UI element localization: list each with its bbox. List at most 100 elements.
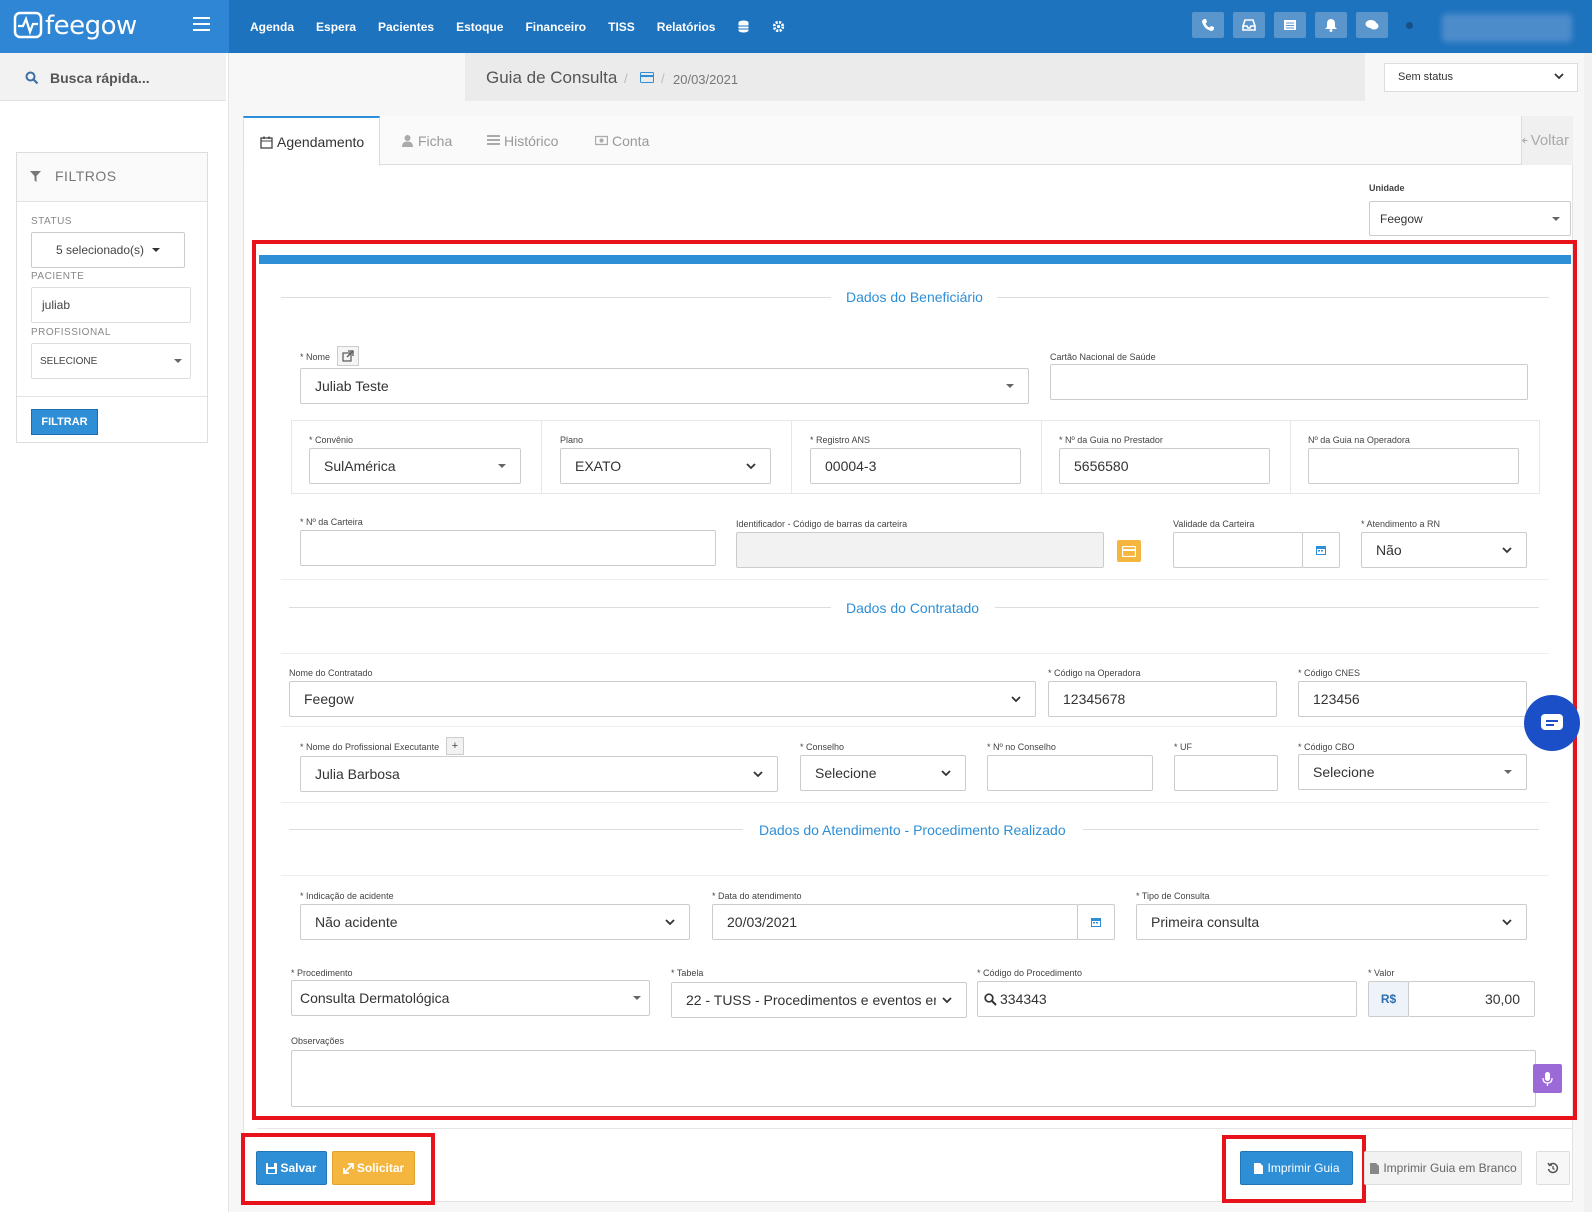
tab-agendamento[interactable]: Agendamento: [243, 116, 380, 166]
data-atendimento-input[interactable]: 20/03/2021: [712, 904, 1078, 940]
section-divider: [289, 829, 743, 830]
chat-button[interactable]: [1356, 12, 1388, 38]
gear-icon[interactable]: [772, 20, 785, 33]
patient-input[interactable]: juliab: [31, 287, 191, 323]
nav-espera[interactable]: Espera: [316, 20, 356, 34]
page-title: Guia de Consulta: [486, 68, 618, 87]
status-select[interactable]: Sem status: [1384, 63, 1578, 92]
section-divider: [281, 875, 1549, 876]
footer-divider: [257, 1128, 1573, 1129]
tab-conta[interactable]: Conta: [595, 116, 649, 165]
guia-operadora-input[interactable]: [1308, 448, 1519, 484]
carteira-input[interactable]: [300, 530, 716, 566]
breadcrumb-separator: /: [661, 71, 665, 86]
support-chat-button[interactable]: [1524, 695, 1580, 751]
quick-search[interactable]: Busca rápida...: [0, 53, 226, 101]
brand-logo-area[interactable]: feegow: [0, 0, 229, 53]
chevron-down-icon: [753, 771, 763, 778]
voice-input-button[interactable]: [1533, 1064, 1562, 1093]
codigo-procedimento-input[interactable]: 334343: [977, 981, 1357, 1017]
user-menu[interactable]: [1442, 14, 1572, 42]
codigo-operadora-input[interactable]: 12345678: [1048, 681, 1277, 717]
procedimento-select[interactable]: Consulta Dermatológica: [291, 980, 650, 1016]
acidente-value: Não acidente: [315, 914, 398, 930]
codigo-cnes-input[interactable]: 123456: [1298, 681, 1527, 717]
guia-prestador-input[interactable]: 5656580: [1059, 448, 1270, 484]
inbox-button[interactable]: [1233, 12, 1265, 38]
unidade-label: Unidade: [1369, 183, 1405, 193]
list-button[interactable]: [1274, 12, 1306, 38]
validade-calendar-button[interactable]: [1302, 532, 1340, 568]
acidente-select[interactable]: Não acidente: [300, 904, 690, 940]
arrow-left-icon: [1522, 137, 1528, 144]
registro-ans-label: * Registro ANS: [810, 435, 871, 445]
registro-ans-input[interactable]: 00004-3: [810, 448, 1021, 484]
save-button[interactable]: Salvar: [256, 1151, 327, 1185]
profissional-select[interactable]: Julia Barbosa: [300, 756, 778, 792]
request-button[interactable]: Solicitar: [332, 1151, 415, 1185]
notifications-button[interactable]: [1315, 12, 1347, 38]
observacoes-textarea[interactable]: [291, 1050, 1536, 1107]
tab-historico[interactable]: Histórico: [487, 116, 558, 165]
nav-pacientes[interactable]: Pacientes: [378, 20, 434, 34]
num-conselho-label: * Nº no Conselho: [987, 742, 1056, 752]
acidente-label: * Indicação de acidente: [300, 891, 394, 901]
section-divider: [281, 653, 1549, 654]
num-conselho-input[interactable]: [987, 755, 1153, 791]
nav-agenda[interactable]: Agenda: [250, 20, 294, 34]
nome-contratado-select[interactable]: Feegow: [289, 681, 1036, 717]
phone-button[interactable]: [1192, 12, 1224, 38]
database-icon[interactable]: [737, 20, 750, 33]
nome-contratado-label: Nome do Contratado: [289, 668, 373, 678]
cbo-select[interactable]: Selecione: [1298, 754, 1527, 790]
microphone-icon: [1542, 1071, 1553, 1086]
print-guide-button[interactable]: Imprimir Guia: [1240, 1151, 1353, 1185]
conselho-select[interactable]: Selecione: [800, 755, 966, 791]
section-atendimento-title: Dados do Atendimento - Procedimento Real…: [759, 822, 1066, 838]
quick-search-placeholder: Busca rápida...: [50, 70, 150, 86]
patient-label: PACIENTE: [31, 271, 85, 282]
profissional-value: Julia Barbosa: [315, 766, 400, 782]
chevron-down-icon: [1011, 696, 1021, 703]
identificador-input[interactable]: [736, 532, 1104, 568]
nav-relatorios[interactable]: Relatórios: [657, 20, 716, 34]
nome-select[interactable]: Juliab Teste: [300, 368, 1029, 404]
tab-ficha[interactable]: Ficha: [401, 116, 452, 165]
add-profissional-button[interactable]: +: [446, 737, 464, 755]
plano-select[interactable]: EXATO: [560, 448, 771, 484]
print-blank-guide-button[interactable]: Imprimir Guia em Branco: [1364, 1151, 1522, 1185]
credit-card-icon: [640, 72, 654, 83]
scan-card-button[interactable]: [1117, 540, 1141, 562]
uf-input[interactable]: [1174, 755, 1278, 791]
nav-financeiro[interactable]: Financeiro: [525, 20, 586, 34]
atendimento-rn-select[interactable]: Não: [1361, 532, 1527, 568]
convenio-select[interactable]: SulAmérica: [309, 448, 521, 484]
filter-panel-title: FILTROS: [55, 168, 117, 184]
nav-tiss[interactable]: TISS: [608, 20, 635, 34]
unidade-select[interactable]: Feegow: [1369, 201, 1571, 236]
cbo-value: Selecione: [1313, 764, 1375, 780]
cns-input[interactable]: [1050, 364, 1528, 400]
history-icon: [1547, 1162, 1559, 1174]
nav-estoque[interactable]: Estoque: [456, 20, 503, 34]
file-icon: [1254, 1162, 1264, 1174]
status-multiselect[interactable]: 5 selecionado(s): [31, 232, 185, 268]
filter-button[interactable]: FILTRAR: [31, 409, 98, 435]
tipo-consulta-label: * Tipo de Consulta: [1136, 891, 1210, 901]
profissional-label: * Nome do Profissional Executante: [300, 742, 440, 752]
breadcrumb-date: 20/03/2021: [673, 72, 739, 87]
professional-select[interactable]: SELECIONE: [31, 343, 191, 379]
tipo-consulta-select[interactable]: Primeira consulta: [1136, 904, 1527, 940]
validade-input[interactable]: [1173, 532, 1303, 568]
chevron-down-icon: [1554, 73, 1564, 80]
data-atendimento-calendar-button[interactable]: [1077, 904, 1115, 940]
tabela-select[interactable]: 22 - TUSS - Procedimentos e eventos em s: [671, 982, 967, 1018]
open-patient-button[interactable]: [337, 346, 359, 366]
menu-toggle-icon[interactable]: [193, 17, 210, 31]
valor-input[interactable]: 30,00: [1408, 981, 1535, 1017]
back-button[interactable]: Voltar: [1521, 116, 1573, 165]
scrollbar-track[interactable]: [1584, 53, 1592, 1212]
nome-select-value: Juliab Teste: [315, 378, 389, 394]
history-button[interactable]: [1536, 1151, 1570, 1185]
floppy-icon: [266, 1162, 278, 1174]
